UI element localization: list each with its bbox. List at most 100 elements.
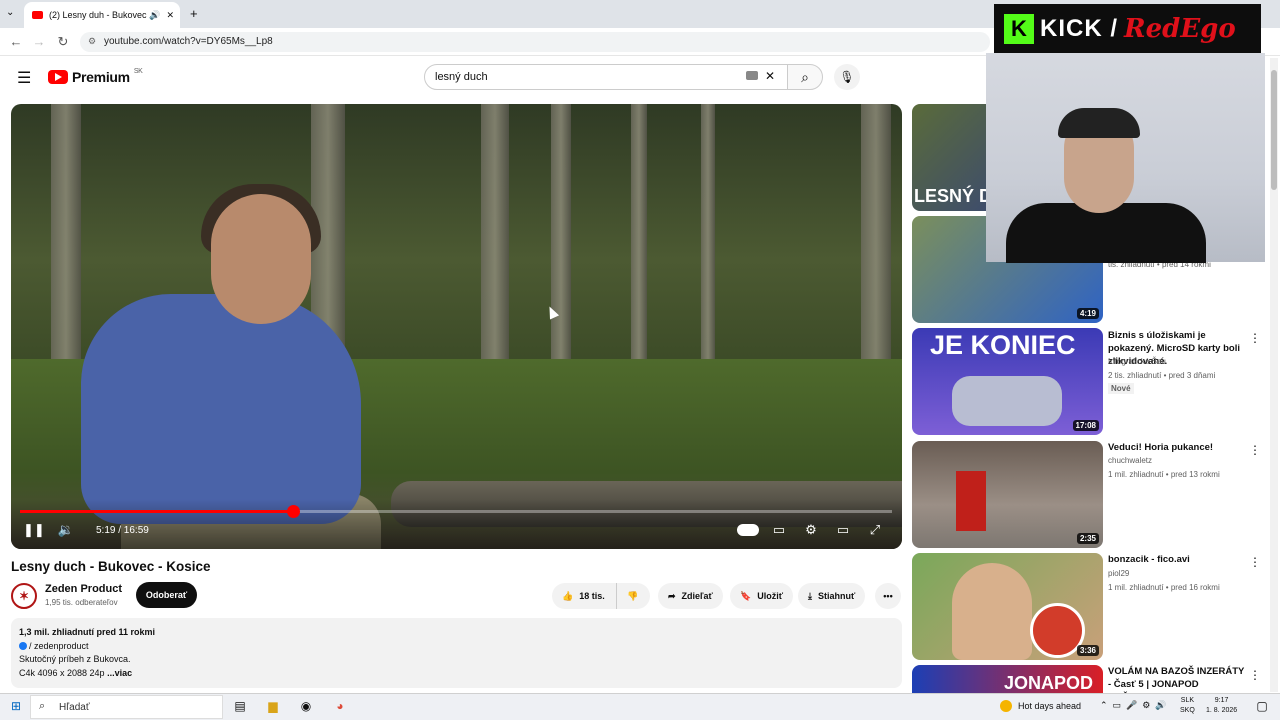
recommended-thumbnail[interactable]: 2:35 <box>912 441 1103 548</box>
reload-icon[interactable]: ↻ <box>55 34 71 50</box>
menu-icon[interactable]: ☰ <box>17 68 31 88</box>
youtube-play-icon <box>48 70 68 84</box>
social-link[interactable]: / zedenproduct <box>29 641 89 651</box>
new-badge: Nové <box>1108 383 1134 394</box>
progress-scrubber[interactable] <box>287 505 300 518</box>
weather-text[interactable]: Hot days ahead <box>1018 701 1081 711</box>
lang-primary: SLK <box>1180 697 1195 704</box>
site-info-icon[interactable]: ⚙ <box>88 36 96 47</box>
like-button[interactable]: 👍 18 tis. <box>552 583 616 609</box>
more-horiz-icon: ••• <box>883 591 893 601</box>
search-icon: ⌕ <box>801 69 809 85</box>
channel-name[interactable]: Infografická Šou <box>1108 355 1166 369</box>
subtitles-icon[interactable]: ▭ <box>770 522 788 538</box>
facebook-icon <box>19 641 27 650</box>
file-explorer-icon[interactable]: ▆ <box>265 698 281 714</box>
channel-avatar[interactable]: ✶ <box>11 583 37 609</box>
blue-shirt <box>81 294 361 524</box>
new-tab-icon[interactable]: + <box>190 6 198 21</box>
notifications-icon[interactable]: ▢ <box>1254 698 1270 714</box>
video-meta: 2 tis. zhliadnutí • pred 3 dňami <box>1108 371 1216 380</box>
download-icon: ⤓ <box>808 590 812 601</box>
browser-tab[interactable]: (2) Lesny duh - Bukovec - 🔊 ✕ <box>24 2 180 28</box>
robot-hands-graphic <box>952 376 1062 426</box>
system-tray-icons[interactable]: ⌃▭🎤⚙🔊 <box>1100 700 1172 711</box>
scrollbar-thumb[interactable] <box>1271 70 1277 190</box>
youtube-logo[interactable]: Premium SK <box>48 67 143 85</box>
voice-search-button[interactable]: 🎙 <box>834 64 860 90</box>
theater-mode-icon[interactable]: ▭ <box>834 522 852 538</box>
taskbar-search[interactable]: ⌕ Hľadať <box>30 695 223 719</box>
back-icon[interactable]: ← <box>8 34 24 50</box>
save-button[interactable]: 🔖 Uložiť <box>730 583 794 609</box>
clock[interactable]: 9:17 1. 8. 2026 <box>1206 696 1237 716</box>
view-stats: 1,3 mil. zhliadnutí pred 11 rokmi <box>19 627 156 637</box>
streamer-name: RedEgo <box>1124 13 1236 44</box>
share-label: Zdieľať <box>681 591 713 601</box>
pause-icon[interactable]: ❚❚ <box>23 522 45 538</box>
subscribe-button[interactable]: Odoberať <box>136 582 197 608</box>
channel-name[interactable]: piol29 <box>1108 567 1129 581</box>
windows-start-icon[interactable]: ⊞ <box>8 698 24 714</box>
speaker-icon[interactable]: 🔊 <box>149 10 160 21</box>
child-face <box>952 563 1032 660</box>
video-duration: 3:36 <box>1076 645 1099 656</box>
clear-search-icon[interactable]: ✕ <box>765 69 775 83</box>
recommended-thumbnail[interactable]: 3:36 <box>912 553 1103 660</box>
tab-close-icon[interactable]: ✕ <box>166 10 174 21</box>
kick-word: KICK / <box>1040 14 1118 42</box>
more-vert-icon[interactable]: ⋮ <box>1249 443 1261 457</box>
progress-played[interactable] <box>20 510 293 513</box>
keyboard-icon[interactable] <box>746 71 758 80</box>
search-input[interactable]: lesný duch ✕ <box>424 64 788 90</box>
recommended-thumbnail[interactable]: JONAPOD <box>912 665 1103 693</box>
channel-name[interactable]: Zeden Product <box>45 583 122 595</box>
search-icon: ⌕ <box>39 700 46 712</box>
share-button[interactable]: ➦ Zdieľať <box>658 583 723 609</box>
recommended-thumbnail[interactable]: JE KONIEC 17:08 <box>912 328 1103 435</box>
more-vert-icon[interactable]: ⋮ <box>1249 331 1261 345</box>
video-title[interactable]: bonzacik - fico.avi <box>1108 553 1248 566</box>
tab-title: (2) Lesny duh - Bukovec - <box>49 10 150 20</box>
thumb-up-icon: 👍 <box>562 590 574 601</box>
more-vert-icon[interactable]: ⋮ <box>1249 555 1261 569</box>
download-button[interactable]: ⤓ Stiahnuť <box>798 583 866 609</box>
logo-text: Premium <box>72 69 130 85</box>
url-text: youtube.com/watch?v=DY65Ms__Lp8 <box>104 36 273 47</box>
video-duration: 17:08 <box>1072 420 1099 431</box>
description-line: Skutočný príbeh z Bukovca. <box>19 654 131 664</box>
youtube-favicon-icon <box>32 11 43 19</box>
description-box[interactable]: 1,3 mil. zhliadnutí pred 11 rokmi / zede… <box>11 618 902 688</box>
forward-icon[interactable]: → <box>31 34 47 50</box>
channel-name[interactable]: chuchwaletz <box>1108 454 1152 468</box>
clock-time: 9:17 <box>1214 697 1229 704</box>
settings-gear-icon[interactable]: ⚙ <box>802 522 820 538</box>
bookmark-icon: 🔖 <box>740 590 752 601</box>
weather-icon[interactable] <box>1000 700 1012 712</box>
tab-search-chevron-icon[interactable]: ⌄ <box>6 7 14 18</box>
show-more-link[interactable]: ...viac <box>107 668 132 678</box>
obs-icon[interactable]: ◉ <box>298 698 314 714</box>
more-actions-button[interactable]: ••• <box>875 583 901 609</box>
mic-icon: 🎙 <box>839 70 855 84</box>
volume-icon[interactable]: 🔉 <box>57 522 75 538</box>
dislike-button[interactable]: 👎 <box>616 583 650 609</box>
thumb-down-icon: 👎 <box>627 590 639 601</box>
video-player[interactable] <box>11 104 902 549</box>
webcam-headphones <box>1058 108 1140 138</box>
autoplay-toggle[interactable] <box>737 524 759 536</box>
description-line: C4k 4096 x 2088 24p <box>19 667 105 678</box>
fullscreen-icon[interactable]: ⤢ <box>866 522 884 538</box>
url-field[interactable]: ⚙ youtube.com/watch?v=DY65Ms__Lp8 <box>80 32 990 52</box>
thumbnail-text: JONAPOD <box>1004 673 1094 693</box>
region-code: SK <box>133 67 143 75</box>
video-title[interactable]: Veduci! Horia pukance! <box>1108 441 1248 454</box>
clock-date: 1. 8. 2026 <box>1206 707 1238 714</box>
task-view-icon[interactable]: ▤ <box>232 698 248 714</box>
more-vert-icon[interactable]: ⋮ <box>1249 668 1261 682</box>
share-icon: ➦ <box>668 590 676 601</box>
time-display: 5:19 / 16:59 <box>96 525 149 536</box>
language-indicator[interactable]: SLK SKQ <box>1180 696 1195 716</box>
search-button[interactable]: ⌕ <box>787 64 823 90</box>
chrome-icon[interactable]: ◕ <box>332 698 348 714</box>
